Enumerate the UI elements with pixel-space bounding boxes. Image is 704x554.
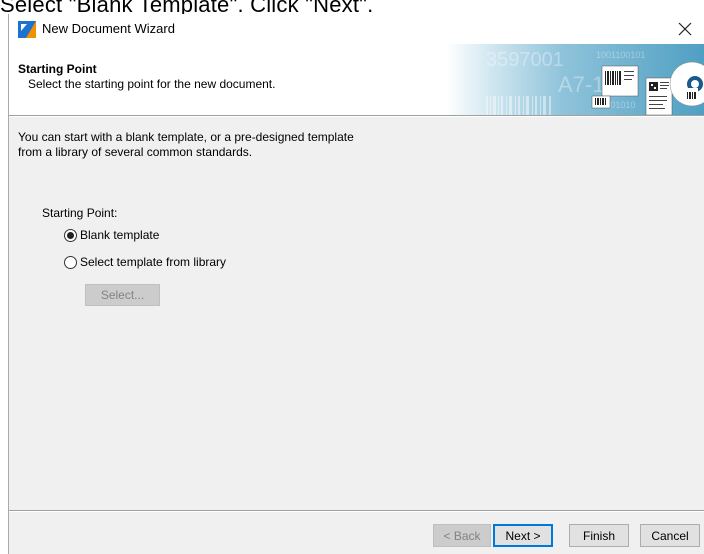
radio-select-from-library-label[interactable]: Select template from library <box>80 255 226 269</box>
radio-blank-template-label[interactable]: Blank template <box>80 228 159 242</box>
radio-blank-template[interactable]: Blank template <box>64 227 159 243</box>
starting-point-label: Starting Point: <box>42 206 118 220</box>
radio-select-from-library[interactable]: Select template from library <box>64 254 226 270</box>
page-subtitle: Select the starting point for the new do… <box>28 77 276 91</box>
close-icon <box>678 22 692 36</box>
window-title: New Document Wizard <box>42 21 175 36</box>
next-button[interactable]: Next > <box>493 524 553 547</box>
intro-line-2: from a library of several common standar… <box>18 145 253 159</box>
select-template-button[interactable]: Select... <box>85 284 160 306</box>
wizard-window: New Document Wizard Starting Point Selec… <box>8 14 704 554</box>
barcode-banner-image: 3597001 A7-118 1001100101 01101010 <box>446 44 704 115</box>
radio-unselected-icon[interactable] <box>64 255 77 269</box>
footer-divider-highlight <box>9 511 704 512</box>
cancel-button[interactable]: Cancel <box>640 524 700 547</box>
app-logo-icon <box>18 21 36 38</box>
close-button[interactable] <box>665 14 704 44</box>
intro-text: You can start with a blank template, or … <box>18 130 438 160</box>
wizard-header: Starting Point Select the starting point… <box>9 44 704 115</box>
finish-button[interactable]: Finish <box>569 524 629 547</box>
title-bar: New Document Wizard <box>9 14 704 44</box>
svg-text:3597001: 3597001 <box>486 49 564 71</box>
intro-line-1: You can start with a blank template, or … <box>18 130 354 144</box>
header-divider-highlight <box>9 116 704 117</box>
svg-text:1001100101: 1001100101 <box>596 50 645 60</box>
radio-selected-icon[interactable] <box>64 228 77 242</box>
back-button[interactable]: < Back <box>433 524 491 547</box>
page-title: Starting Point <box>18 62 97 76</box>
